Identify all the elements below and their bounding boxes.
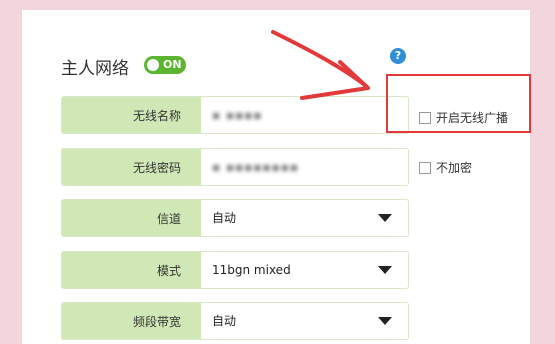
annotation-arrow-icon [271,30,370,100]
